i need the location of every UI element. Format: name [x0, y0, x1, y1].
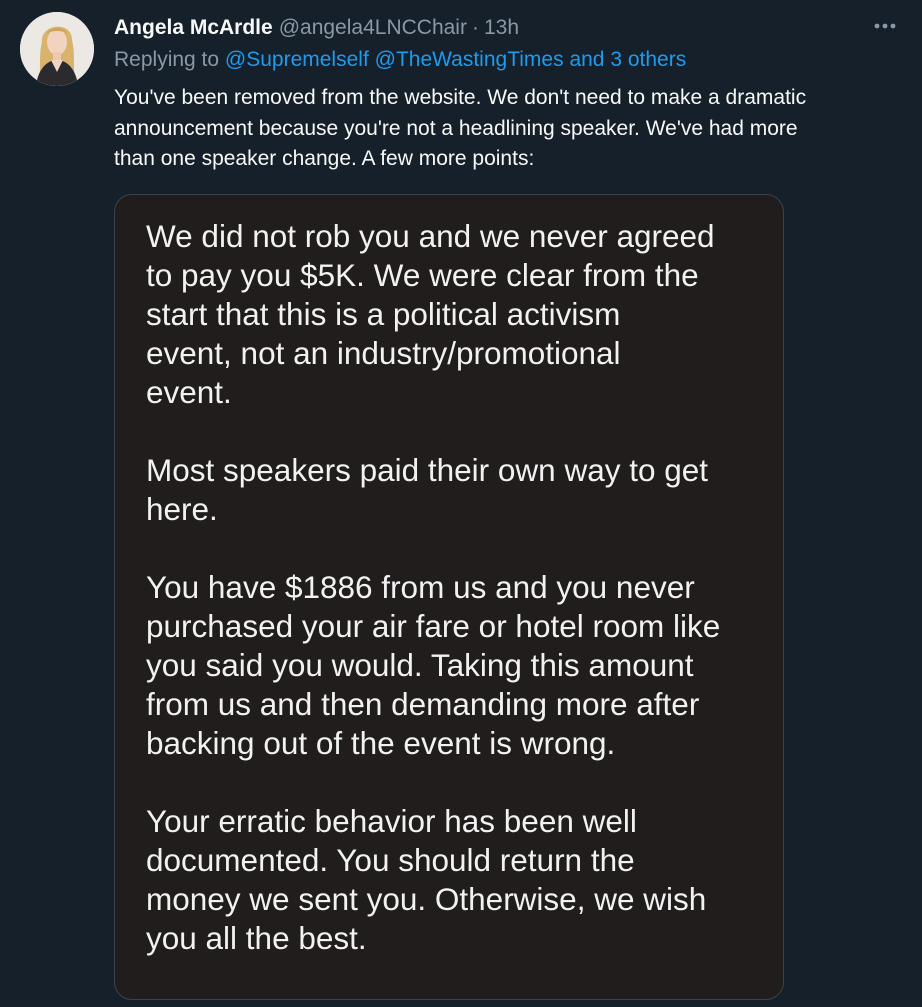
avatar[interactable] [20, 12, 94, 86]
image-text-line: event, not an industry/promotional [146, 335, 621, 371]
image-text-line: Most speakers paid their own way to get [146, 452, 709, 488]
image-text-line: We did not rob you and we never agreed [146, 218, 715, 254]
tweet-text-line: You've been removed from the website. We… [114, 86, 807, 109]
image-text-line: backing out of the event is wrong. [146, 725, 616, 761]
others-link[interactable]: 3 others [610, 48, 686, 71]
image-text-line: money we sent you. Otherwise, we wish [146, 881, 707, 917]
attached-image[interactable]: We did not rob you and we never agreed to… [114, 194, 784, 1000]
tweet-text-line: announcement because you're not a headli… [114, 116, 798, 140]
image-text-line: you said you would. Taking this amount [146, 647, 694, 683]
separator-dot: · [471, 16, 479, 39]
image-text-line: to pay you $5K. We were clear from the [146, 257, 699, 293]
replying-prefix: Replying to [114, 48, 220, 71]
image-text-line: you all the best. [146, 920, 367, 956]
avatar-photo [20, 12, 94, 86]
image-text-line: documented. You should return the [146, 842, 635, 878]
timestamp[interactable]: 13h [484, 16, 519, 40]
more-horizontal-icon [874, 23, 896, 29]
user-handle[interactable]: @angela4LNCChair [279, 16, 467, 40]
image-text-line: from us and then demanding more after [146, 686, 700, 722]
image-text-line: start that this is a political activism [146, 296, 621, 332]
image-text-line: purchased your air fare or hotel room li… [146, 608, 721, 644]
image-text-line: event. [146, 374, 232, 410]
replying-connector[interactable]: and [569, 48, 604, 71]
image-text: We did not rob you and we never agreed to… [146, 217, 766, 958]
tweet-text: You've been removed from the website. We… [114, 83, 914, 175]
image-text-line: here. [146, 491, 218, 527]
image-text-line: Your erratic behavior has been well [146, 803, 637, 839]
more-options-button[interactable] [868, 11, 902, 41]
display-name[interactable]: Angela McArdle [114, 16, 273, 40]
image-paragraph: You have $1886 from us and you never purc… [146, 568, 766, 763]
tweet-text-line: than one speaker change. A few more poin… [114, 147, 535, 170]
image-text-line: You have $1886 from us and you never [146, 569, 695, 605]
image-paragraph: Most speakers paid their own way to get h… [146, 451, 766, 529]
replying-to: Replying to @Supremelself @TheWastingTim… [114, 48, 686, 72]
tweet[interactable]: Angela McArdle @angela4LNCChair · 13h Re… [0, 0, 922, 1007]
mention-link[interactable]: @TheWastingTimes [375, 48, 564, 71]
tweet-header: Angela McArdle @angela4LNCChair · 13h [114, 13, 902, 43]
mention-link[interactable]: @Supremelself [225, 48, 369, 71]
image-paragraph: Your erratic behavior has been well docum… [146, 802, 766, 958]
image-paragraph: We did not rob you and we never agreed to… [146, 217, 766, 412]
